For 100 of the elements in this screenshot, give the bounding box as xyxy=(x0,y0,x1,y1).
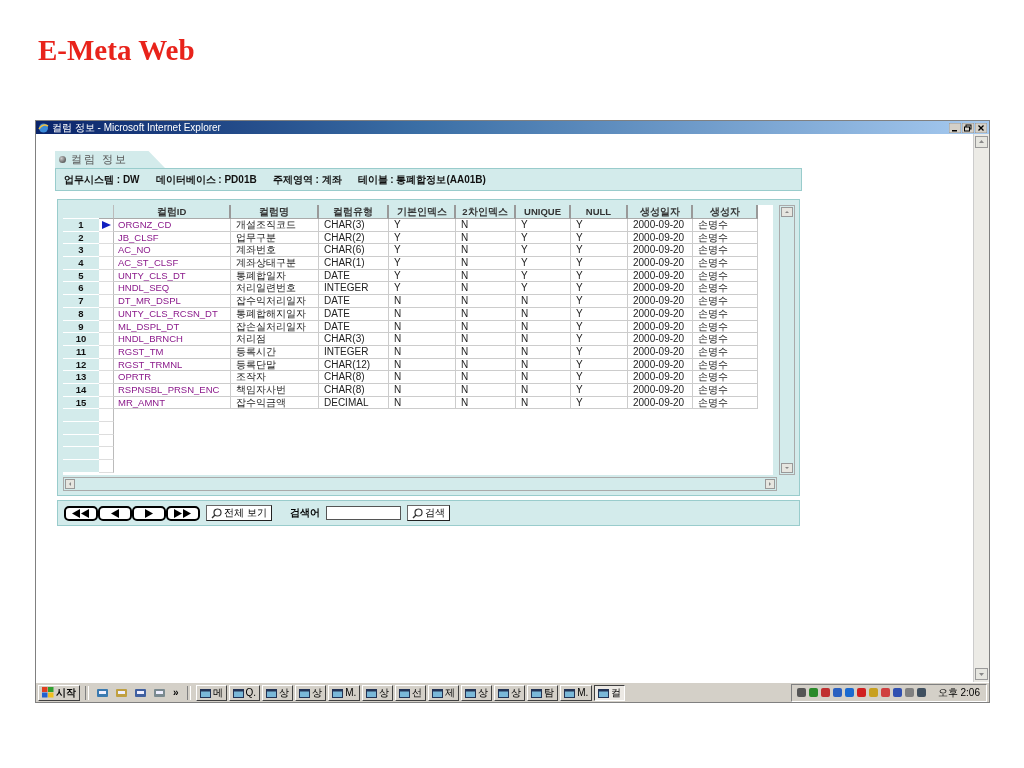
table-cell: HNDL_SEQ xyxy=(114,282,231,296)
column-header[interactable]: 컬럼유형 xyxy=(319,205,389,219)
table-cell: N xyxy=(456,320,516,334)
row-indicator-cell[interactable] xyxy=(99,244,114,258)
page-scrollbar[interactable] xyxy=(973,134,989,682)
table-cell: 손명수 xyxy=(693,269,758,283)
row-indicator-cell[interactable] xyxy=(99,358,114,372)
bullet-icon xyxy=(59,156,66,163)
row-indicator-cell[interactable] xyxy=(99,307,114,321)
row-indicator-cell[interactable] xyxy=(99,345,114,359)
table-cell: N xyxy=(456,282,516,296)
row-indicator-cell[interactable] xyxy=(99,231,114,245)
taskbar-button[interactable]: 상 xyxy=(494,684,526,701)
row-indicator-cell[interactable] xyxy=(99,257,114,270)
table-cell: CHAR(12) xyxy=(319,358,389,372)
taskbar-button[interactable]: 상 xyxy=(262,684,294,701)
table-cell: CHAR(3) xyxy=(319,219,389,232)
search-icon xyxy=(211,507,222,519)
search-button[interactable]: 검색 xyxy=(406,505,450,521)
table-cell: N xyxy=(456,307,516,321)
row-indicator-cell[interactable] xyxy=(99,371,114,384)
horizontal-scrollbar[interactable] xyxy=(63,477,777,491)
column-header[interactable]: 생성일자 xyxy=(628,205,693,219)
table-cell: 2000-09-20 xyxy=(628,257,693,270)
minimize-icon[interactable] xyxy=(949,122,961,133)
row-indicator-cell[interactable] xyxy=(99,269,114,283)
restore-icon[interactable] xyxy=(962,122,974,133)
scroll-up-icon[interactable] xyxy=(781,207,793,217)
row-indicator-cell[interactable] xyxy=(99,396,114,410)
taskbar-button[interactable]: 상 xyxy=(362,684,394,701)
scroll-right-icon[interactable] xyxy=(765,479,775,489)
tray-icon[interactable] xyxy=(891,687,903,698)
table-cell: UNTY_CLS_RCSN_DT xyxy=(114,307,231,321)
table-cell: N xyxy=(389,383,456,397)
row-indicator-cell[interactable] xyxy=(99,383,114,397)
table-cell: MR_AMNT xyxy=(114,396,231,410)
table-cell: Y xyxy=(571,333,628,346)
table-cell: N xyxy=(389,320,456,334)
table-cell: Y xyxy=(516,231,571,245)
quick-launch-icon[interactable] xyxy=(134,686,147,699)
quick-launch-icon[interactable] xyxy=(153,686,166,699)
table-cell: N xyxy=(516,383,571,397)
column-header[interactable]: 컬럼ID xyxy=(114,205,231,219)
tray-icon[interactable] xyxy=(843,687,855,698)
table-cell: 2000-09-20 xyxy=(628,295,693,308)
taskbar-button[interactable]: Q. xyxy=(228,684,261,701)
row-number: 6 xyxy=(63,282,99,296)
scroll-down-icon[interactable] xyxy=(975,668,988,680)
table-cell: Y xyxy=(516,244,571,258)
table-cell: N xyxy=(456,358,516,372)
taskbar-button[interactable]: 탐 xyxy=(527,684,559,701)
taskbar-button[interactable]: 상 xyxy=(295,684,327,701)
window-icon xyxy=(232,687,244,698)
table-cell: N xyxy=(516,333,571,346)
start-button[interactable]: 시작 xyxy=(38,684,80,701)
next-page-button[interactable] xyxy=(132,505,166,521)
table-cell: Y xyxy=(516,219,571,232)
taskbar-button[interactable]: 메 xyxy=(195,684,227,701)
more-button[interactable]: » xyxy=(173,687,179,698)
tray-icon[interactable] xyxy=(879,687,891,698)
quick-launch-icon[interactable] xyxy=(96,686,109,699)
row-indicator-cell[interactable] xyxy=(99,333,114,346)
table-cell: N xyxy=(516,396,571,410)
table-cell: 2000-09-20 xyxy=(628,333,693,346)
close-icon[interactable] xyxy=(975,122,987,133)
taskbar-button[interactable]: M. xyxy=(328,684,361,701)
show-all-button[interactable]: 전체 보기 xyxy=(206,505,272,521)
scroll-left-icon[interactable] xyxy=(65,479,75,489)
tray-icon[interactable] xyxy=(903,687,915,698)
taskbar-button[interactable]: 선 xyxy=(395,684,427,701)
first-page-button[interactable] xyxy=(64,505,98,521)
taskbar-button[interactable]: 컬 xyxy=(594,684,626,701)
search-field[interactable] xyxy=(325,506,401,520)
last-page-button[interactable] xyxy=(166,505,200,521)
taskbar-button[interactable]: M. xyxy=(560,684,593,701)
column-header[interactable]: 기본인덱스 xyxy=(389,205,456,219)
column-header[interactable]: 생성자 xyxy=(693,205,758,219)
taskbar-button[interactable]: 제 xyxy=(428,684,460,701)
tray-icon[interactable] xyxy=(795,687,807,698)
taskbar-button[interactable]: 상 xyxy=(461,684,493,701)
tray-icon[interactable] xyxy=(915,687,927,698)
tray-icon[interactable] xyxy=(831,687,843,698)
column-header[interactable]: UNIQUE xyxy=(516,205,571,219)
table-cell: N xyxy=(389,358,456,372)
column-header[interactable]: 컬럼명 xyxy=(231,205,319,219)
vertical-scrollbar[interactable] xyxy=(779,205,795,475)
row-indicator-cell[interactable] xyxy=(99,295,114,308)
tray-icon[interactable] xyxy=(807,687,819,698)
window-icon xyxy=(598,687,610,698)
scroll-down-icon[interactable] xyxy=(781,463,793,473)
previous-page-button[interactable] xyxy=(98,505,132,521)
row-indicator-cell[interactable] xyxy=(99,282,114,296)
column-header[interactable]: 2차인덱스 xyxy=(456,205,516,219)
table-cell: 손명수 xyxy=(693,320,758,334)
tray-icon[interactable] xyxy=(819,687,831,698)
tray-icon[interactable] xyxy=(855,687,867,698)
column-header[interactable]: NULL xyxy=(571,205,628,219)
row-indicator-cell[interactable] xyxy=(99,320,114,334)
table-cell: RSPNSBL_PRSN_ENC xyxy=(114,383,231,397)
table-cell: DECIMAL xyxy=(319,396,389,410)
